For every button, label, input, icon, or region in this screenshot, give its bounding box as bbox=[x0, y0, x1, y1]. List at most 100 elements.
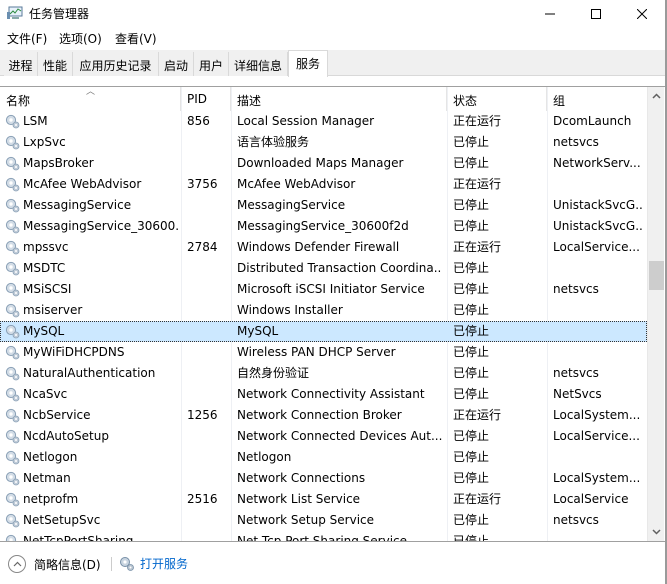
service-description: MessagingService_30600f2d bbox=[237, 219, 409, 233]
table-row[interactable]: LSM 856 Local Session Manager 正在运行 DcomLaunc… bbox=[0, 111, 647, 132]
tab-processes[interactable]: 进程 bbox=[4, 52, 38, 76]
scroll-down-button[interactable] bbox=[648, 523, 665, 540]
service-pid bbox=[187, 279, 227, 300]
menu-options[interactable]: 选项(O) bbox=[59, 30, 102, 47]
service-gear-icon bbox=[5, 366, 20, 381]
tab-bar: 进程 性能 应用历史记录 启动 用户 详细信息 服务 bbox=[0, 50, 667, 77]
table-row[interactable]: Netlogon Netlogon 已停止 bbox=[0, 447, 647, 468]
service-status: 已停止 bbox=[453, 219, 490, 233]
service-pid bbox=[187, 468, 227, 489]
service-pid bbox=[187, 132, 227, 153]
service-name: MapsBroker bbox=[23, 156, 94, 170]
chevron-down-icon bbox=[652, 528, 661, 535]
table-row[interactable]: LxpSvc 语言体验服务 已停止 netsvcs bbox=[0, 132, 647, 153]
scrollbar-thumb[interactable] bbox=[649, 260, 664, 290]
service-status: 已停止 bbox=[453, 513, 490, 527]
service-group bbox=[553, 258, 643, 279]
tab-details[interactable]: 详细信息 bbox=[229, 52, 288, 76]
fewer-details-button[interactable]: 简略信息(D) bbox=[8, 555, 101, 573]
service-description: Network Connectivity Assistant bbox=[237, 387, 425, 401]
table-row[interactable]: NcdAutoSetup Network Connected Devices Au… bbox=[0, 426, 647, 447]
close-button[interactable] bbox=[619, 0, 665, 28]
column-header-pid[interactable]: PID bbox=[181, 87, 231, 111]
service-gear-icon bbox=[5, 156, 20, 171]
table-row[interactable]: NcaSvc Network Connectivity Assistant 已停止 N… bbox=[0, 384, 647, 405]
column-header-group[interactable]: 组 bbox=[547, 87, 647, 111]
service-group: LocalSystem... bbox=[553, 471, 641, 485]
service-gear-icon bbox=[5, 324, 20, 339]
table-row[interactable]: NaturalAuthentication 自然身份验证 已停止 netsvcs bbox=[0, 363, 647, 384]
table-row[interactable]: McAfee WebAdvisor 3756 McAfee WebAdvisor 正在… bbox=[0, 174, 647, 195]
tab-services[interactable]: 服务 bbox=[288, 50, 328, 77]
table-row[interactable]: MapsBroker Downloaded Maps Manager 已停止 Netw… bbox=[0, 153, 647, 174]
service-status: 正在运行 bbox=[453, 240, 502, 254]
service-status: 已停止 bbox=[453, 534, 490, 541]
service-status: 正在运行 bbox=[453, 177, 502, 191]
service-description: MessagingService bbox=[237, 198, 346, 212]
service-description: Wireless PAN DHCP Server bbox=[237, 345, 396, 359]
service-name: LSM bbox=[23, 114, 48, 128]
column-label: 名称 bbox=[6, 94, 31, 108]
tab-users[interactable]: 用户 bbox=[194, 52, 229, 76]
table-row[interactable]: Netman Network Connections 已停止 LocalSystem.… bbox=[0, 468, 647, 489]
table-row[interactable]: MSiSCSI Microsoft iSCSI Initiator Service… bbox=[0, 279, 647, 300]
service-name: NcbService bbox=[23, 408, 91, 422]
menu-file[interactable]: 文件(F) bbox=[7, 30, 47, 47]
table-row[interactable]: mpssvc 2784 Windows Defender Firewall 正在运行 L… bbox=[0, 237, 647, 258]
service-description: McAfee WebAdvisor bbox=[237, 177, 356, 191]
service-gear-icon bbox=[5, 219, 20, 234]
service-name: netprofm bbox=[23, 492, 79, 506]
service-group: NetworkServ... bbox=[553, 156, 641, 170]
service-pid bbox=[187, 447, 227, 468]
table-row[interactable]: msiserver Windows Installer 已停止 bbox=[0, 300, 647, 321]
service-name: LxpSvc bbox=[23, 135, 66, 149]
table-row[interactable]: NcbService 1256 Network Connection Broker 正… bbox=[0, 405, 647, 426]
table-row[interactable]: MySQL MySQL 已停止 bbox=[0, 321, 647, 342]
service-pid: 1256 bbox=[187, 408, 218, 422]
service-name: McAfee WebAdvisor bbox=[23, 177, 142, 191]
service-status: 正在运行 bbox=[453, 408, 502, 422]
table-row[interactable]: MSDTC Distributed Transaction Coordina...… bbox=[0, 258, 647, 279]
service-group bbox=[553, 342, 643, 363]
service-description: Network List Service bbox=[237, 492, 361, 506]
service-name: mpssvc bbox=[23, 240, 69, 254]
service-status: 已停止 bbox=[453, 156, 490, 170]
services-table: 名称 ︿ PID 描述 状态 组 LSM 856 Local Session Man… bbox=[0, 86, 665, 541]
service-pid bbox=[187, 195, 227, 216]
column-header-status[interactable]: 状态 bbox=[447, 87, 547, 111]
service-name: Netlogon bbox=[23, 450, 78, 464]
menu-bar: 文件(F) 选项(O) 查看(V) bbox=[0, 28, 667, 48]
vertical-scrollbar[interactable] bbox=[647, 87, 664, 541]
tab-startup[interactable]: 启动 bbox=[159, 52, 194, 76]
service-description: 自然身份验证 bbox=[237, 366, 310, 380]
tab-app-history[interactable]: 应用历史记录 bbox=[73, 52, 159, 76]
column-header-description[interactable]: 描述 bbox=[231, 87, 447, 111]
service-gear-icon bbox=[5, 408, 20, 423]
service-gear-icon bbox=[5, 450, 20, 465]
service-description: Network Connections bbox=[237, 471, 366, 485]
column-header-name[interactable]: 名称 ︿ bbox=[0, 87, 181, 111]
table-row[interactable]: MessagingService_30600... MessagingServic… bbox=[0, 216, 647, 237]
gears-icon bbox=[120, 556, 134, 571]
scroll-up-button[interactable] bbox=[648, 87, 665, 104]
service-gear-icon bbox=[5, 303, 20, 318]
table-row[interactable]: netprofm 2516 Network List Service 正在运行 Loca… bbox=[0, 489, 647, 510]
service-description: Windows Installer bbox=[237, 303, 343, 317]
minimize-button[interactable] bbox=[527, 0, 573, 28]
service-name: Netman bbox=[23, 471, 71, 485]
service-gear-icon bbox=[5, 534, 20, 541]
table-row[interactable]: MyWiFiDHCPDNS Wireless PAN DHCP Server 已停止 bbox=[0, 342, 647, 363]
menu-view[interactable]: 查看(V) bbox=[115, 30, 157, 47]
table-row[interactable]: MessagingService MessagingService 已停止 Unist… bbox=[0, 195, 647, 216]
service-group: UnistackSvcG... bbox=[553, 198, 643, 212]
service-description: Network Connected Devices Aut... bbox=[237, 429, 442, 443]
service-pid: 2516 bbox=[187, 492, 218, 506]
open-services-link[interactable]: 打开服务 bbox=[119, 555, 188, 572]
table-row[interactable]: NetSetupSvc Network Setup Service 已停止 netsv… bbox=[0, 510, 647, 531]
chevron-up-icon bbox=[652, 92, 661, 99]
maximize-button[interactable] bbox=[573, 0, 619, 28]
service-description: Network Connection Broker bbox=[237, 408, 402, 422]
table-row[interactable]: NetTcpPortSharing Net.Tcp Port Sharing Se… bbox=[0, 531, 647, 541]
tab-performance[interactable]: 性能 bbox=[38, 52, 73, 76]
service-status: 已停止 bbox=[453, 450, 490, 464]
